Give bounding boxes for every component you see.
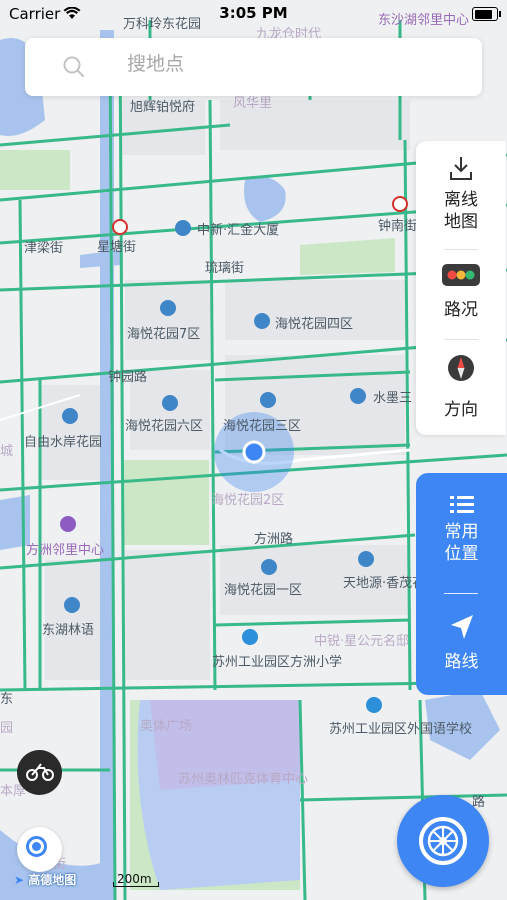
traffic-light-icon: [442, 264, 480, 286]
quick-actions-panel: 常用位置 路线: [416, 473, 507, 695]
motorcycle-mode-button[interactable]: [17, 750, 62, 795]
poi-label: 风华里: [233, 96, 272, 111]
map-tools-panel: 离线地图 路况 方向: [416, 141, 506, 435]
brand-label: 高德地图: [28, 873, 77, 887]
poi-label: 海悦花园三区: [223, 418, 301, 434]
poi-label: 方洲邻里中心: [26, 542, 104, 558]
poi-venue-icon: [60, 516, 76, 532]
poi-label: 园: [0, 721, 13, 736]
route-label: 路线: [444, 652, 479, 672]
route-button[interactable]: 路线: [416, 613, 507, 673]
download-icon: [450, 157, 472, 180]
poi-label: 奥体广场: [140, 719, 192, 734]
road-label: 琉璃街: [205, 261, 244, 276]
navigation-arrow-icon: [450, 615, 473, 639]
locate-me-button[interactable]: [17, 827, 62, 872]
wheel-icon: [419, 817, 467, 865]
poi-label: 海悦花园2区: [211, 492, 284, 508]
common-places-label: 常用位置: [444, 522, 479, 564]
road-label: 津梁街: [24, 241, 63, 256]
common-places-button[interactable]: 常用位置: [416, 495, 507, 565]
poi-label: 中锐·星公元名邸: [314, 633, 409, 649]
map-canvas[interactable]: 万科玲东花园 东沙湖邻里中心 九龙仓时代 旭辉铂悦府 风华里 中新·汇金大厦 钟…: [0, 0, 507, 900]
poi-label: 海悦花园7区: [127, 326, 200, 342]
poi-label: 钟南街: [378, 218, 417, 234]
divider: [444, 249, 478, 250]
list-icon: [449, 496, 474, 513]
poi-label: 苏州工业园区外国语学校: [329, 721, 472, 737]
locate-icon: [26, 836, 47, 857]
poi-label: 星塘街: [97, 239, 136, 255]
traffic-label: 路况: [444, 300, 478, 320]
poi-label: 海悦花园六区: [125, 418, 203, 434]
search-input[interactable]: [125, 52, 449, 76]
poi-label: 水墨三: [373, 391, 412, 406]
map-scale: 200m: [113, 872, 159, 887]
clock: 3:05 PM: [219, 4, 288, 22]
poi-label: 海悦花园一区: [224, 582, 302, 598]
search-bar[interactable]: [25, 38, 482, 96]
road-label: 方洲路: [254, 531, 293, 547]
start-ride-button[interactable]: [397, 795, 489, 887]
poi-label: 中新·汇金大厦: [197, 222, 279, 238]
status-bar: Carrier 3:05 PM: [0, 0, 507, 28]
offline-map-button[interactable]: 离线地图: [416, 155, 506, 233]
location-dot-icon: [242, 440, 266, 464]
road-label: 钟园路: [108, 369, 147, 385]
poi-label: 东: [0, 692, 13, 707]
divider: [444, 339, 478, 340]
poi-label: 苏州奥林匹克体育中心: [178, 771, 308, 787]
direction-label: 方向: [444, 400, 478, 420]
offline-map-label: 离线地图: [444, 190, 478, 232]
search-icon: [63, 56, 85, 78]
poi-label: 旭辉铂悦府: [130, 99, 195, 115]
brand-arrow-icon: ➤: [14, 873, 25, 887]
poi-label: 城: [0, 444, 13, 459]
poi-label: 海悦花园四区: [275, 316, 353, 332]
scale-bar: [113, 882, 159, 887]
compass-icon: [448, 355, 474, 381]
motorcycle-icon: [26, 763, 54, 781]
direction-button[interactable]: 方向: [416, 353, 506, 421]
poi-label: 苏州工业园区方洲小学: [212, 654, 342, 670]
battery-icon: [472, 7, 501, 21]
traffic-button[interactable]: 路况: [416, 263, 506, 321]
map-brand-logo: ➤ 高德地图: [14, 871, 76, 888]
divider: [444, 593, 478, 594]
poi-label: 自由水岸花园: [24, 434, 102, 450]
poi-label: 东湖林语: [42, 623, 94, 638]
